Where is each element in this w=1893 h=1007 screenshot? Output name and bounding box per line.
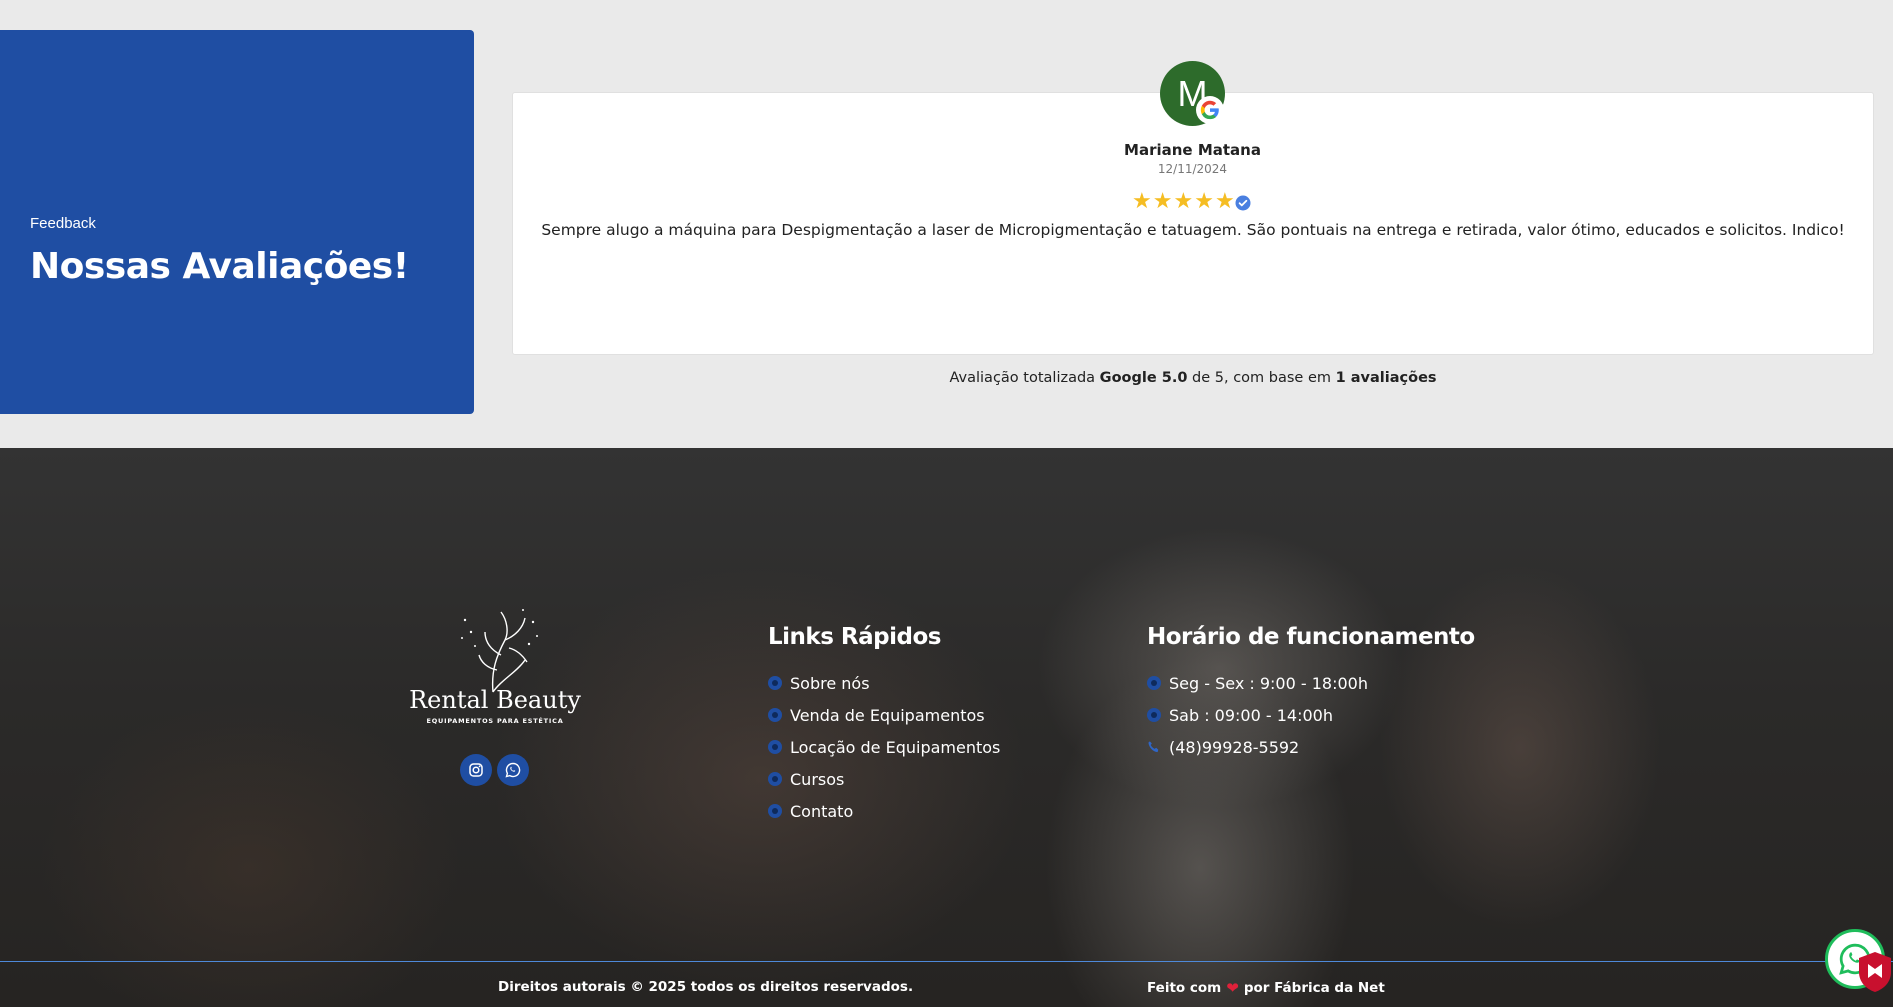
review-date: 12/11/2024 <box>1157 162 1228 176</box>
instagram-button[interactable] <box>460 754 492 786</box>
feedback-panel: Feedback Nossas Avaliações! <box>0 30 474 414</box>
footer-link-cursos[interactable]: Cursos <box>768 763 1000 795</box>
bullet-icon <box>768 804 782 818</box>
star-icon: ★ <box>1194 189 1214 214</box>
link-label: Contato <box>790 801 854 821</box>
bullet-icon <box>768 708 782 722</box>
hours-label: Seg - Sex : 9:00 - 18:00h <box>1169 673 1368 693</box>
instagram-icon <box>469 763 483 777</box>
reviewer-name[interactable]: Mariane Matana <box>1085 141 1300 159</box>
hours-saturday: Sab : 09:00 - 14:00h <box>1147 699 1368 731</box>
logo-tagline: EQUIPAMENTOS PARA ESTÉTICA <box>426 716 563 725</box>
whatsapp-button[interactable] <box>497 754 529 786</box>
review-text: Sempre alugo a máquina para Despigmentaç… <box>541 221 1845 239</box>
rating-summary: Avaliação totalizada Google 5.0 de 5, co… <box>512 370 1874 386</box>
quick-links-heading: Links Rápidos <box>768 624 941 650</box>
phone-link[interactable]: (48)99928-5592 <box>1147 731 1368 763</box>
rental-beauty-logo[interactable]: Rental Beauty EQUIPAMENTOS PARA ESTÉTICA <box>405 600 585 730</box>
link-label: Cursos <box>790 769 845 789</box>
hours-weekdays: Seg - Sex : 9:00 - 18:00h <box>1147 667 1368 699</box>
bullet-icon <box>768 676 782 690</box>
hours-heading: Horário de funcionamento <box>1147 624 1475 650</box>
bullet-icon <box>1147 708 1161 722</box>
link-label: Venda de Equipamentos <box>790 705 985 725</box>
footer-link-contato[interactable]: Contato <box>768 795 1000 827</box>
feedback-kicker: Feedback <box>30 215 96 232</box>
made-by: Feito com ❤ por Fábrica da Net <box>1147 979 1385 997</box>
phone-icon <box>1148 741 1159 753</box>
review-stars: ★ ★ ★ ★ ★ <box>1132 191 1235 213</box>
link-label: Locação de Equipamentos <box>790 737 1001 757</box>
verified-badge-icon <box>1235 195 1251 211</box>
star-icon: ★ <box>1132 189 1152 214</box>
copyright-text: Direitos autorais © 2025 todos os direit… <box>498 979 914 995</box>
summary-prefix: Avaliação totalizada <box>949 370 1096 386</box>
footer-link-locacao[interactable]: Locação de Equipamentos <box>768 731 1000 763</box>
quick-links-list: Sobre nós Venda de Equipamentos Locação … <box>768 667 1000 827</box>
heart-icon: ❤ <box>1226 979 1239 997</box>
reviews-section: Feedback Nossas Avaliações! M Mariane Ma… <box>0 0 1893 448</box>
link-label: Sobre nós <box>790 673 870 693</box>
star-icon: ★ <box>1152 189 1173 214</box>
star-icon: ★ <box>1173 189 1194 214</box>
reviews-heading: Nossas Avaliações! <box>30 246 409 287</box>
hours-label: Sab : 09:00 - 14:00h <box>1169 705 1333 725</box>
logo-name: Rental Beauty <box>409 686 581 714</box>
google-icon <box>1196 96 1224 124</box>
summary-count: 1 avaliações <box>1335 370 1437 386</box>
footer-link-venda[interactable]: Venda de Equipamentos <box>768 699 1000 731</box>
made-prefix: Feito com <box>1147 980 1222 996</box>
bullet-icon <box>1147 676 1161 690</box>
bullet-icon <box>768 740 782 754</box>
phone-number: (48)99928-5592 <box>1169 737 1300 757</box>
whatsapp-icon <box>505 762 521 778</box>
footer-divider <box>0 961 1893 962</box>
summary-middle: de 5, com base em <box>1192 370 1332 386</box>
summary-score: Google 5.0 <box>1099 370 1188 386</box>
made-suffix[interactable]: por Fábrica da Net <box>1244 980 1385 996</box>
hours-list: Seg - Sex : 9:00 - 18:00h Sab : 09:00 - … <box>1147 667 1368 763</box>
footer-link-sobre-nos[interactable]: Sobre nós <box>768 667 1000 699</box>
security-shield-icon[interactable] <box>1857 950 1893 994</box>
star-icon: ★ <box>1214 189 1235 214</box>
bullet-icon <box>768 772 782 786</box>
